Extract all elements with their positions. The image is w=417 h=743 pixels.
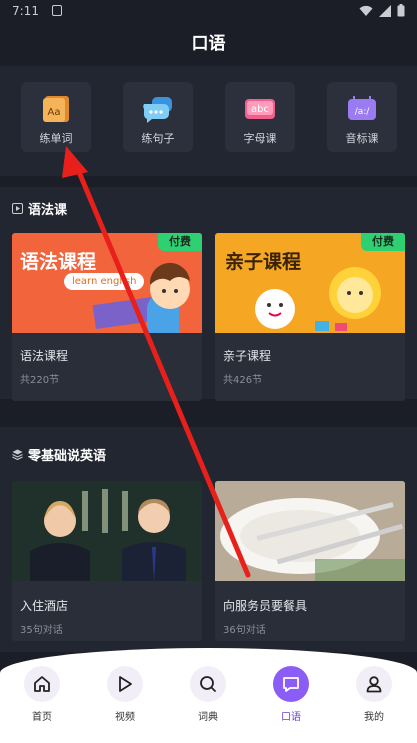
tab-profile[interactable]: 我的 xyxy=(344,666,404,736)
quick-actions-panel: Aa 练单词 练句子 abc 字母课 /a:/ 音标课 xyxy=(0,66,417,176)
word-book-icon: Aa xyxy=(43,96,69,122)
dialog-count: 35句对话 xyxy=(20,625,63,636)
phonetic-icon: /a:/ xyxy=(348,96,376,120)
play-icon xyxy=(119,676,132,692)
tab-speaking[interactable]: 口语 xyxy=(261,666,321,736)
sim-icon xyxy=(52,5,62,16)
status-icons xyxy=(359,4,405,17)
search-icon-circle xyxy=(190,666,226,702)
practice-words-button[interactable]: Aa 练单词 xyxy=(21,82,91,152)
hotel-thumbnail xyxy=(12,481,202,581)
dialog-name: 入住酒店 xyxy=(20,599,69,613)
status-time: 7:11 xyxy=(12,4,39,18)
tab-home[interactable]: 首页 xyxy=(12,666,72,736)
tableware-thumbnail xyxy=(215,481,405,581)
svg-text:abc: abc xyxy=(251,104,269,115)
paid-badge: 付费 xyxy=(158,233,202,251)
home-icon-circle xyxy=(24,666,60,702)
grammar-course-thumbnail: 语法课程 learn english 付费 xyxy=(12,233,202,333)
tab-dictionary-label: 词典 xyxy=(198,712,218,723)
parent-child-thumb-title: 亲子课程 xyxy=(225,251,302,273)
practice-sentences-button[interactable]: 练句子 xyxy=(123,82,193,152)
practice-words-label: 练单词 xyxy=(39,132,73,145)
speaking-section: 零基础说英语 入住酒店 35句对话 向服务员要餐具 36句对话 xyxy=(0,427,417,652)
dialog-count: 36句对话 xyxy=(223,625,266,636)
alphabet-course-label: 字母课 xyxy=(243,132,277,145)
svg-text:/a:/: /a:/ xyxy=(355,107,371,117)
alphabet-course-button[interactable]: abc 字母课 xyxy=(225,82,295,152)
signal-icon xyxy=(379,4,391,17)
grammar-thumb-title: 语法课程 xyxy=(20,251,97,273)
chat-icon xyxy=(283,677,299,692)
course-card-grammar[interactable]: 语法课程 learn english 付费 语法课程 共220节 xyxy=(12,233,202,401)
profile-icon-circle xyxy=(356,666,392,702)
speaking-section-title: 零基础说英语 xyxy=(12,445,106,464)
battery-icon xyxy=(397,4,405,17)
tab-dictionary[interactable]: 词典 xyxy=(178,666,238,736)
dialog-card-tableware[interactable]: 向服务员要餐具 36句对话 xyxy=(215,481,405,641)
tab-speaking-label: 口语 xyxy=(281,712,301,723)
chat-bubbles-icon xyxy=(143,97,172,123)
phonetics-course-label: 音标课 xyxy=(345,132,379,145)
speaking-section-label: 零基础说英语 xyxy=(28,449,107,464)
tab-profile-label: 我的 xyxy=(364,712,384,723)
grammar-section: 语法课 语法课程 learn english 付费 语法课程 共220节 亲子课… xyxy=(0,187,417,401)
chat-icon-circle xyxy=(273,666,309,702)
svg-text:Aa: Aa xyxy=(48,107,61,118)
course-name: 语法课程 xyxy=(20,349,69,363)
parent-child-course-thumbnail: 亲子课程 付费 xyxy=(215,233,405,333)
paid-badge: 付费 xyxy=(361,233,405,251)
plate-cutlery-photo xyxy=(215,481,405,581)
dialog-card-hotel[interactable]: 入住酒店 35句对话 xyxy=(12,481,202,641)
tab-video-label: 视频 xyxy=(115,712,135,723)
play-square-icon xyxy=(12,203,23,214)
course-lesson-count: 共220节 xyxy=(20,375,60,386)
grammar-thumb-bubble: learn english xyxy=(64,273,145,290)
course-card-parent-child[interactable]: 亲子课程 付费 亲子课程 共426节 xyxy=(215,233,405,401)
course-lesson-count: 共426节 xyxy=(223,375,263,386)
course-name: 亲子课程 xyxy=(223,349,272,363)
play-icon-circle xyxy=(107,666,143,702)
wifi-icon xyxy=(359,5,373,16)
search-icon xyxy=(200,676,216,692)
dialog-name: 向服务员要餐具 xyxy=(223,599,308,613)
status-bar: 7:11 xyxy=(0,0,417,22)
bottom-tab-bar: 首页 视频 词典 口语 我的 xyxy=(0,648,417,743)
hotel-staff-photo xyxy=(12,481,202,581)
tab-video[interactable]: 视频 xyxy=(95,666,155,736)
grammar-section-label: 语法课 xyxy=(28,203,68,218)
grammar-section-title: 语法课 xyxy=(12,199,67,218)
abc-icon: abc xyxy=(245,99,275,119)
page-title: 口语 xyxy=(191,34,226,54)
practice-sentences-label: 练句子 xyxy=(141,132,175,145)
layers-icon xyxy=(12,449,23,460)
tab-home-label: 首页 xyxy=(32,712,52,723)
profile-icon xyxy=(366,676,382,693)
phonetics-course-button[interactable]: /a:/ 音标课 xyxy=(327,82,397,152)
home-icon xyxy=(34,676,50,692)
